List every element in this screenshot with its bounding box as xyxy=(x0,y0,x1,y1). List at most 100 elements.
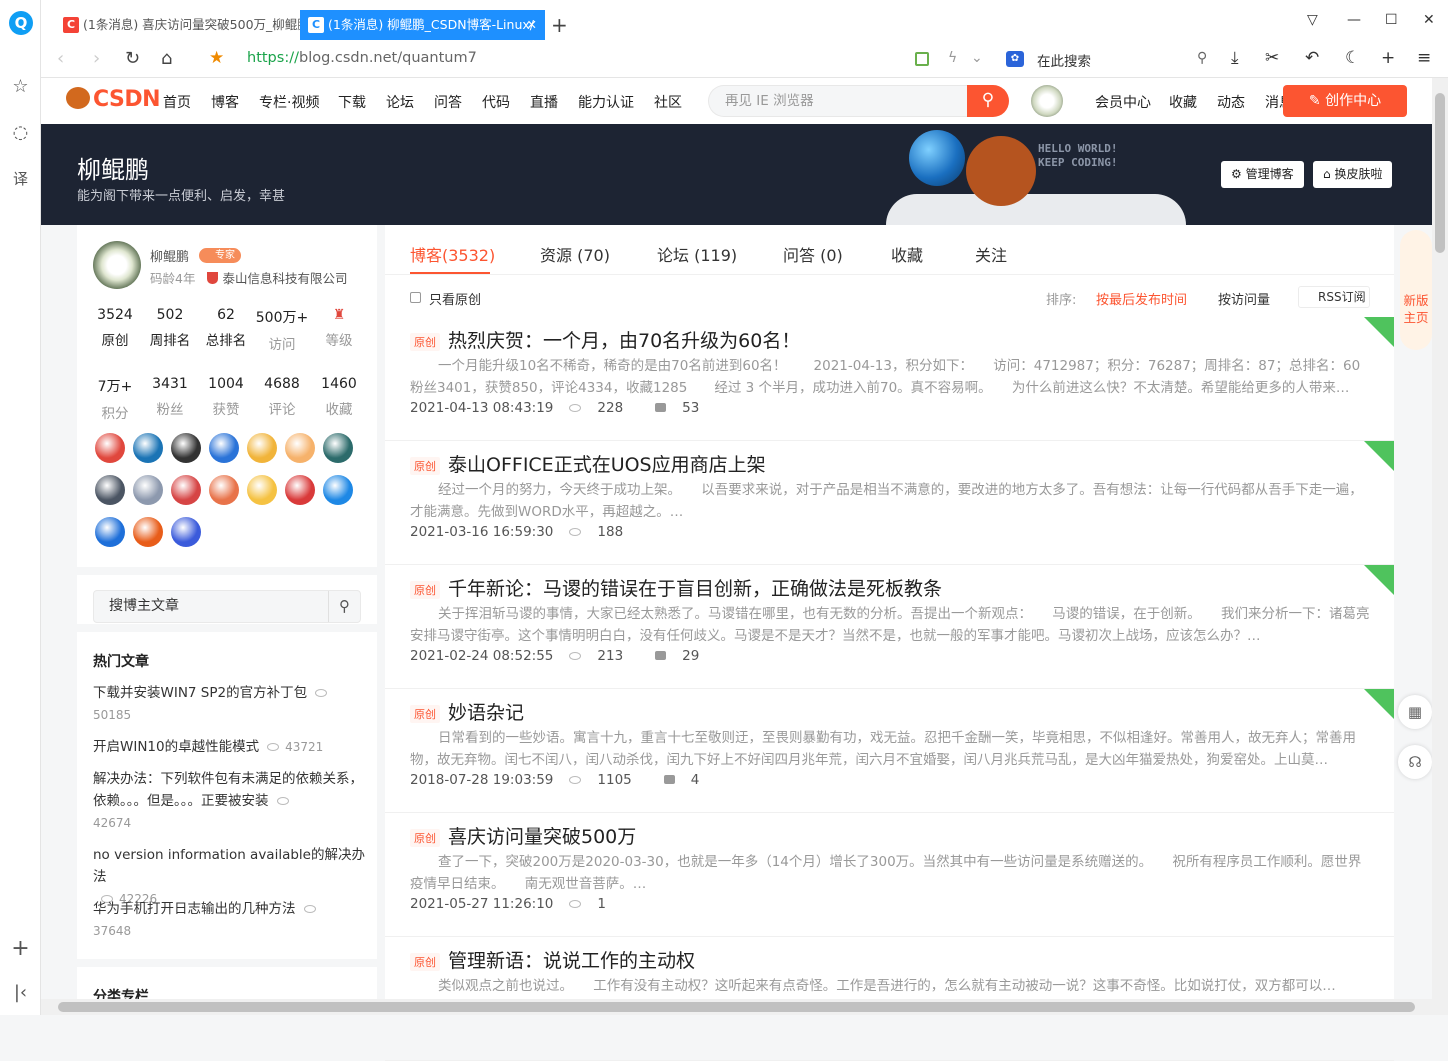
close-window-icon[interactable]: ✕ xyxy=(1423,12,1435,28)
tab-resources[interactable]: 资源 (70) xyxy=(540,242,610,266)
star-icon[interactable]: ☆ xyxy=(0,76,41,97)
reload-icon[interactable]: ↻ xyxy=(125,48,140,69)
forward-icon[interactable]: › xyxy=(93,48,100,69)
achievement-badge-icon[interactable] xyxy=(133,517,163,547)
nav-blog[interactable]: 博客 xyxy=(211,92,239,112)
night-mode-icon[interactable]: ☾ xyxy=(1345,48,1360,68)
only-original-label[interactable]: 只看原创 xyxy=(429,289,481,308)
reader-mode-icon[interactable] xyxy=(915,52,929,66)
nav-home[interactable]: 首页 xyxy=(163,92,191,112)
achievement-badge-icon[interactable] xyxy=(171,433,201,463)
rss-button[interactable]: RSS订阅 xyxy=(1298,286,1370,308)
article-title[interactable]: 泰山OFFICE正式在UOS应用商店上架 xyxy=(448,450,766,477)
tab-following[interactable]: 关注 xyxy=(975,242,1007,266)
nav-vip-center[interactable]: 会员中心 xyxy=(1095,92,1151,112)
favorite-star-icon[interactable]: ★ xyxy=(209,48,224,68)
achievement-badge-icon[interactable] xyxy=(285,433,315,463)
profile-name[interactable]: 柳鲲鹏 xyxy=(150,246,189,265)
shirt-icon[interactable]: ▽ xyxy=(1307,12,1318,28)
home-icon[interactable]: ⌂ xyxy=(161,48,172,69)
user-avatar[interactable] xyxy=(1031,85,1063,117)
achievement-badge-icon[interactable] xyxy=(133,475,163,505)
achievement-badge-icon[interactable] xyxy=(209,433,239,463)
qrcode-icon[interactable]: ▦ xyxy=(1398,695,1432,729)
nav-column-video[interactable]: 专栏·视频 xyxy=(259,92,319,112)
sort-by-latest[interactable]: 按最后发布时间 xyxy=(1096,289,1187,308)
minimize-icon[interactable]: — xyxy=(1347,12,1361,28)
nav-download[interactable]: 下载 xyxy=(338,92,366,112)
nav-qa[interactable]: 问答 xyxy=(434,92,462,112)
back-icon[interactable]: ‹ xyxy=(57,48,64,69)
browser-search-field[interactable]: 在此搜索 xyxy=(1037,50,1091,70)
site-search-button[interactable]: ⚲ xyxy=(967,85,1009,117)
chat-icon[interactable]: ◌ xyxy=(0,122,41,143)
tab-favorites[interactable]: 收藏 xyxy=(891,242,923,266)
achievement-badge-icon[interactable] xyxy=(171,517,201,547)
achievement-badge-icon[interactable] xyxy=(209,475,239,505)
tab-qa[interactable]: 问答 (0) xyxy=(783,242,843,266)
scissors-icon[interactable]: ✂ xyxy=(1265,48,1279,68)
profile-avatar[interactable] xyxy=(93,241,141,289)
search-icon[interactable]: ⚲ xyxy=(328,591,360,622)
stat-week-rank[interactable]: 502 周排名 xyxy=(142,307,198,349)
article-title[interactable]: 喜庆访问量突破500万 xyxy=(448,822,636,849)
create-center-button[interactable]: ✎ 创作中心 xyxy=(1283,85,1407,117)
stat-level[interactable]: ♜ 等级 xyxy=(311,307,367,349)
nav-code[interactable]: 代码 xyxy=(482,92,510,112)
translate-icon[interactable]: 译 xyxy=(0,168,41,189)
article-item[interactable]: 原创 千年新论：马谡的错误在于盲目创新，正确做法是死板教条 关于挥泪斩马谡的事情，大… xyxy=(385,565,1394,689)
new-tab-icon[interactable]: + xyxy=(551,10,568,40)
achievement-badge-icon[interactable] xyxy=(247,475,277,505)
vertical-scrollbar-thumb[interactable] xyxy=(1435,93,1445,253)
achievement-badge-icon[interactable] xyxy=(285,475,315,505)
undo-icon[interactable]: ↶ xyxy=(1305,48,1319,68)
achievement-badge-icon[interactable] xyxy=(95,475,125,505)
site-search-input[interactable]: 再见 IE 浏览器 xyxy=(708,85,968,117)
tab-blog[interactable]: 博客(3532) xyxy=(410,242,495,266)
blog-owner-name[interactable]: 柳鲲鹏 xyxy=(77,150,149,185)
collapse-icon[interactable]: |‹ xyxy=(0,982,41,1003)
url-field[interactable]: https://blog.csdn.net/quantum7 xyxy=(247,50,477,66)
add-icon[interactable]: + xyxy=(1381,48,1395,68)
csdn-logo[interactable]: CSDN xyxy=(66,87,161,112)
hot-article-item[interactable]: 华为手机打开日志输出的几种方法 37648 xyxy=(93,898,365,942)
blog-search-input[interactable]: 搜博主文章 ⚲ xyxy=(93,590,361,623)
article-item[interactable]: 原创 喜庆访问量突破500万 查了一下，突破200万是2020-03-30，也就是一… xyxy=(385,813,1394,937)
article-title[interactable]: 妙语杂记 xyxy=(448,698,524,725)
search-icon[interactable]: ⚲ xyxy=(1197,50,1207,66)
manage-blog-button[interactable]: ⚙ 管理博客 xyxy=(1221,161,1304,188)
nav-community[interactable]: 社区 xyxy=(654,92,682,112)
stat-fans[interactable]: 3431 粉丝 xyxy=(142,376,198,418)
nav-favorites[interactable]: 收藏 xyxy=(1169,92,1197,112)
achievement-badge-icon[interactable] xyxy=(247,433,277,463)
new-homepage-float[interactable]: 新版主页 xyxy=(1400,230,1432,350)
sort-by-views[interactable]: 按访问量 xyxy=(1218,289,1270,308)
article-title[interactable]: 千年新论：马谡的错误在于盲目创新，正确做法是死板教条 xyxy=(448,574,942,601)
achievement-badge-icon[interactable] xyxy=(323,433,353,463)
article-title[interactable]: 管理新语：说说工作的主动权 xyxy=(448,946,695,973)
horizontal-scrollbar[interactable] xyxy=(41,999,1432,1015)
nav-live[interactable]: 直播 xyxy=(530,92,558,112)
download-icon[interactable]: ⤓ xyxy=(1231,48,1239,68)
nav-forum[interactable]: 论坛 xyxy=(386,92,414,112)
headset-icon[interactable]: ☊ xyxy=(1398,745,1432,779)
article-item[interactable]: 原创 热烈庆贺：一个月，由70名升级为60名！ 一个月能升级10名不稀奇，稀奇的是由… xyxy=(385,317,1394,441)
horizontal-scrollbar-thumb[interactable] xyxy=(58,1002,1415,1012)
hot-article-item[interactable]: 解决办法：下列软件包有未满足的依赖关系，依赖。。。但是。。。正要被安装 42674 xyxy=(93,768,365,834)
tab-forum[interactable]: 论坛 (119) xyxy=(657,242,737,266)
change-skin-button[interactable]: ⌂ 换皮肤啦 xyxy=(1313,161,1393,188)
tab-active[interactable]: C (1条消息) 柳鲲鹏_CSDN博客-Linux/ ✕ xyxy=(300,10,545,40)
achievement-badge-icon[interactable] xyxy=(171,475,201,505)
search-engine-icon[interactable]: ✿ xyxy=(1006,51,1024,67)
hot-article-item[interactable]: 开启WIN10的卓越性能模式 43721 xyxy=(93,736,365,758)
article-title[interactable]: 热烈庆贺：一个月，由70名升级为60名！ xyxy=(448,326,800,353)
hot-article-item[interactable]: 下载并安装WIN7 SP2的官方补丁包 50185 xyxy=(93,682,365,726)
vertical-scrollbar[interactable] xyxy=(1432,78,1448,1015)
nav-certification[interactable]: 能力认证 xyxy=(578,92,634,112)
achievement-badge-icon[interactable] xyxy=(95,517,125,547)
nav-activity[interactable]: 动态 xyxy=(1217,92,1245,112)
stat-original[interactable]: 3524 原创 xyxy=(87,307,143,349)
article-item[interactable]: 原创 妙语杂记 日常看到的一些妙语。寓言十九，重言十七至敬则迂，至畏则暴勤有功，戏无… xyxy=(385,689,1394,813)
maximize-icon[interactable]: ☐ xyxy=(1385,12,1398,28)
chevron-down-icon[interactable]: ⌄ xyxy=(971,50,983,66)
